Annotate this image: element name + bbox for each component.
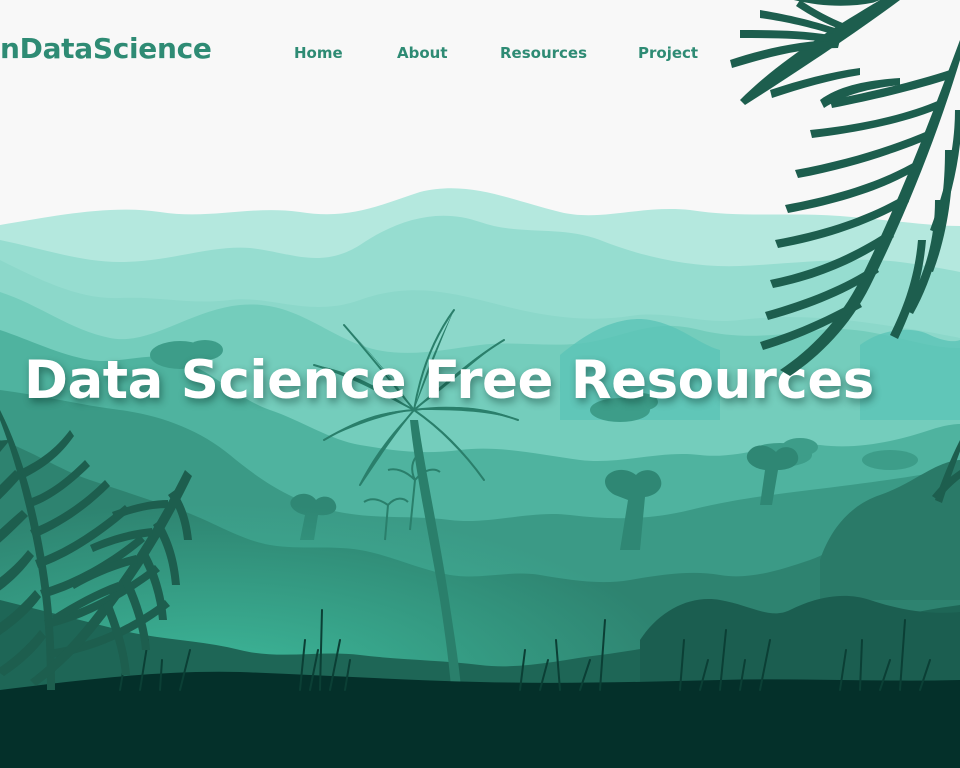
site-logo-text[interactable]: nDataScience bbox=[0, 32, 212, 65]
nav-link-about[interactable]: About bbox=[397, 44, 448, 62]
site-logo[interactable]: nDataScience bbox=[0, 32, 225, 65]
nav-link-resources[interactable]: Resources bbox=[500, 44, 587, 62]
hero-title: Data Science Free Resources bbox=[24, 350, 874, 411]
nav-link-project[interactable]: Project bbox=[638, 44, 698, 62]
page: nDataScience Home About Resources Projec… bbox=[0, 0, 960, 768]
nav-link-home[interactable]: Home bbox=[294, 44, 343, 62]
top-navigation: nDataScience Home About Resources Projec… bbox=[0, 0, 960, 110]
